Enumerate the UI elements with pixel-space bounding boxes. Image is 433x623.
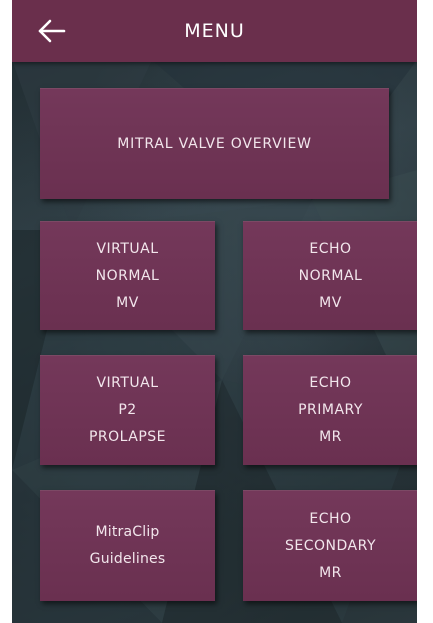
echo-normal-mv-button[interactable]: ECHO NORMAL MV bbox=[243, 221, 417, 330]
echo-secondary-mr-button[interactable]: ECHO SECONDARY MR bbox=[243, 490, 417, 601]
mitral-valve-overview-button[interactable]: MITRAL VALVE OVERVIEW bbox=[40, 88, 389, 199]
tile-label: ECHO PRIMARY MR bbox=[298, 375, 363, 445]
app-screen: MENU MITRAL VALVE OVERVIEW VIRTUAL NORMA… bbox=[12, 0, 417, 623]
header-bar: MENU bbox=[12, 0, 417, 62]
back-button[interactable] bbox=[34, 14, 68, 48]
tile-label: VIRTUAL P2 PROLAPSE bbox=[88, 375, 167, 445]
arrow-left-icon bbox=[38, 19, 66, 43]
tile-label: MITRAL VALVE OVERVIEW bbox=[117, 135, 312, 152]
page-title: MENU bbox=[184, 20, 245, 42]
tile-label: VIRTUAL NORMAL MV bbox=[95, 240, 160, 311]
tile-label: MitraClip Guidelines bbox=[89, 524, 166, 567]
virtual-normal-mv-button[interactable]: VIRTUAL NORMAL MV bbox=[40, 221, 215, 330]
mitraclip-guidelines-button[interactable]: MitraClip Guidelines bbox=[40, 490, 215, 601]
tile-label: ECHO NORMAL MV bbox=[298, 240, 363, 311]
tile-label: ECHO SECONDARY MR bbox=[285, 510, 376, 581]
echo-primary-mr-button[interactable]: ECHO PRIMARY MR bbox=[243, 355, 417, 465]
virtual-p2-prolapse-button[interactable]: VIRTUAL P2 PROLAPSE bbox=[40, 355, 215, 465]
